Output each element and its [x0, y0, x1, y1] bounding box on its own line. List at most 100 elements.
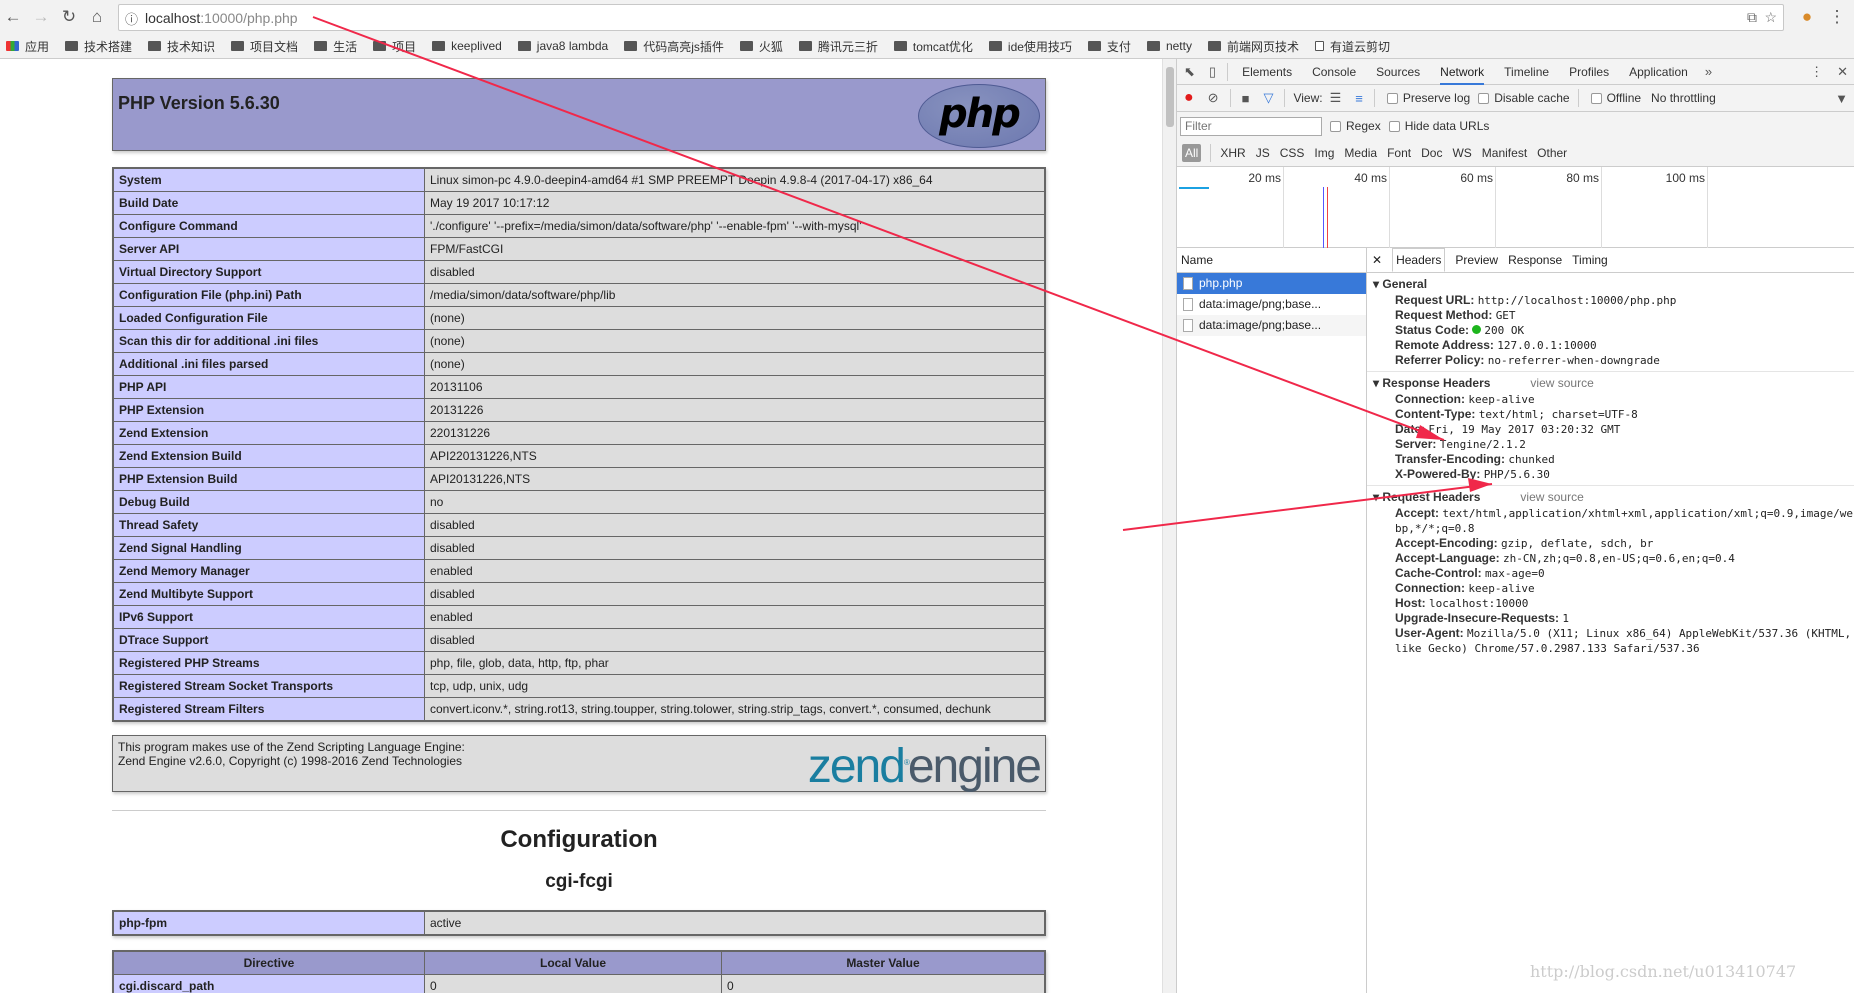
address-bar[interactable]: ⓘ localhost:10000/php.php ⧉ ☆ [118, 4, 1784, 31]
header-value: max-age=0 [1485, 567, 1545, 580]
close-devtools-icon[interactable]: ✕ [1837, 64, 1848, 80]
bookmark-label: netty [1165, 39, 1192, 53]
bookmark-item[interactable]: 应用 [6, 38, 49, 55]
request-item[interactable]: data:image/png;base... [1177, 315, 1366, 336]
forward-icon[interactable]: → [30, 6, 52, 28]
type-filter-media[interactable]: Media [1344, 146, 1377, 160]
type-filter-other[interactable]: Other [1537, 146, 1567, 160]
type-filter-img[interactable]: Img [1314, 146, 1334, 160]
inspect-icon[interactable]: ⬉ [1184, 64, 1195, 80]
overview-icon[interactable]: ≡ [1355, 91, 1363, 106]
request-item[interactable]: data:image/png;base... [1177, 294, 1366, 315]
more-tabs-icon[interactable]: » [1705, 64, 1712, 79]
offline-checkbox[interactable] [1590, 92, 1602, 104]
filter-icon[interactable]: ▽ [1263, 90, 1273, 106]
response-headers-toggle[interactable]: ▾ Response Headers view source [1373, 375, 1854, 392]
name-column-header[interactable]: Name [1177, 248, 1366, 273]
large-rows-icon[interactable]: ☰ [1330, 90, 1342, 106]
throttling-select[interactable]: No throttling [1651, 91, 1828, 105]
scrollbar-thumb[interactable] [1166, 67, 1174, 127]
star-icon[interactable]: ☆ [1764, 9, 1777, 26]
view-source-link[interactable]: view source [1530, 376, 1593, 390]
back-icon[interactable]: ← [2, 6, 24, 28]
type-filter-css[interactable]: CSS [1280, 146, 1305, 160]
table-row: Zend Memory Manager enabled [113, 559, 1045, 583]
table-row: Registered Stream Filters convert.iconv.*… [113, 697, 1045, 721]
request-item[interactable]: php.php [1177, 273, 1366, 294]
header-name: Cache-Control: [1395, 566, 1482, 580]
bookmark-item[interactable]: 技术知识 [148, 38, 215, 55]
disable-cache-checkbox[interactable] [1478, 92, 1490, 104]
tab-network[interactable]: Network [1440, 59, 1485, 85]
folder-icon [988, 41, 1002, 51]
hide-data-urls-checkbox[interactable] [1388, 120, 1400, 132]
menu-icon[interactable]: ⋮ [1826, 6, 1848, 28]
bookmark-item[interactable]: 技术搭建 [65, 38, 132, 55]
row-label: Zend Memory Manager [113, 559, 425, 583]
header-name: Upgrade-Insecure-Requests: [1395, 611, 1560, 625]
bookmark-item[interactable]: tomcat优化 [893, 38, 973, 55]
clear-icon[interactable]: ⊘ [1208, 90, 1219, 106]
bookmark-item[interactable]: 火狐 [739, 38, 783, 55]
bookmark-item[interactable]: 腾讯元三折 [798, 38, 878, 55]
preserve-log-checkbox[interactable] [1386, 92, 1398, 104]
tab-preview[interactable]: Preview [1455, 253, 1498, 267]
type-filter-doc[interactable]: Doc [1421, 146, 1442, 160]
bookmark-item[interactable]: 有道云剪切 [1314, 38, 1390, 55]
close-details-icon[interactable]: ✕ [1372, 253, 1382, 267]
divider [112, 810, 1046, 811]
bookmark-item[interactable]: 项目 [373, 38, 416, 55]
tab-console[interactable]: Console [1312, 59, 1356, 85]
extension-icon[interactable]: ● [1796, 6, 1818, 28]
header-name: Transfer-Encoding: [1395, 452, 1506, 466]
filter-input[interactable] [1180, 116, 1322, 136]
bookmark-item[interactable]: 前端网页技术 [1207, 38, 1299, 55]
bookmark-item[interactable]: java8 lambda [517, 39, 608, 53]
tab-sources[interactable]: Sources [1376, 59, 1420, 85]
table-row: Zend Extension 220131226 [113, 421, 1045, 445]
header-name: Accept-Language: [1395, 551, 1500, 565]
type-filter-ws[interactable]: WS [1452, 146, 1471, 160]
chevron-down-icon[interactable]: ▼ [1835, 91, 1848, 106]
record-icon[interactable]: ● [1184, 89, 1194, 107]
type-filter-xhr[interactable]: XHR [1220, 146, 1245, 160]
tab-application[interactable]: Application [1629, 59, 1688, 85]
bookmark-item[interactable]: 支付 [1087, 38, 1131, 55]
general-toggle[interactable]: ▾ General [1373, 276, 1854, 293]
devtools-menu-icon[interactable]: ⋮ [1810, 64, 1823, 80]
type-filter-manifest[interactable]: Manifest [1482, 146, 1527, 160]
tab-elements[interactable]: Elements [1242, 59, 1292, 85]
table-row: Build Date May 19 2017 10:17:12 [113, 191, 1045, 215]
tab-timeline[interactable]: Timeline [1504, 59, 1549, 85]
table-row: PHP API 20131106 [113, 375, 1045, 399]
bookmark-item[interactable]: 代码高亮js插件 [624, 38, 724, 55]
type-filter-font[interactable]: Font [1387, 146, 1411, 160]
bookmark-item[interactable]: netty [1146, 39, 1192, 53]
tab-timing[interactable]: Timing [1572, 253, 1608, 267]
request-headers-toggle[interactable]: ▾ Request Headers view source [1373, 489, 1854, 506]
bookmark-item[interactable]: 项目文档 [231, 38, 298, 55]
type-filter-js[interactable]: JS [1256, 146, 1270, 160]
bookmark-item[interactable]: keeplived [432, 39, 502, 53]
translate-icon[interactable]: ⧉ [1747, 9, 1757, 26]
request-list: Name php.php data:image/png;base... data:i… [1177, 248, 1367, 993]
info-icon[interactable]: ⓘ [125, 9, 138, 28]
type-filter-all[interactable]: All [1182, 144, 1202, 162]
tab-headers[interactable]: Headers [1392, 248, 1446, 272]
header-name: X-Powered-By: [1395, 467, 1481, 481]
page-scrollbar[interactable] [1162, 59, 1176, 993]
tab-profiles[interactable]: Profiles [1569, 59, 1609, 85]
regex-checkbox[interactable] [1330, 120, 1341, 132]
tab-response[interactable]: Response [1508, 253, 1562, 267]
table-row: PHP Extension Build API20131226,NTS [113, 467, 1045, 491]
capture-screenshots-icon[interactable]: ■ [1242, 91, 1250, 106]
row-value: Linux simon-pc 4.9.0-deepin4-amd64 #1 SM… [424, 168, 1045, 192]
phpinfo-page: PHP Version 5.6.30 php System Linux simon… [0, 59, 1176, 993]
view-source-link[interactable]: view source [1520, 490, 1583, 504]
device-toolbar-icon[interactable]: ▯ [1209, 64, 1216, 80]
bookmark-item[interactable]: 生活 [314, 38, 357, 55]
reload-icon[interactable]: ↻ [58, 6, 80, 28]
home-icon[interactable]: ⌂ [86, 6, 108, 28]
timeline-overview[interactable]: 20 ms 40 ms 60 ms 80 ms 100 ms [1177, 167, 1854, 248]
bookmark-item[interactable]: ide使用技巧 [988, 38, 1072, 55]
